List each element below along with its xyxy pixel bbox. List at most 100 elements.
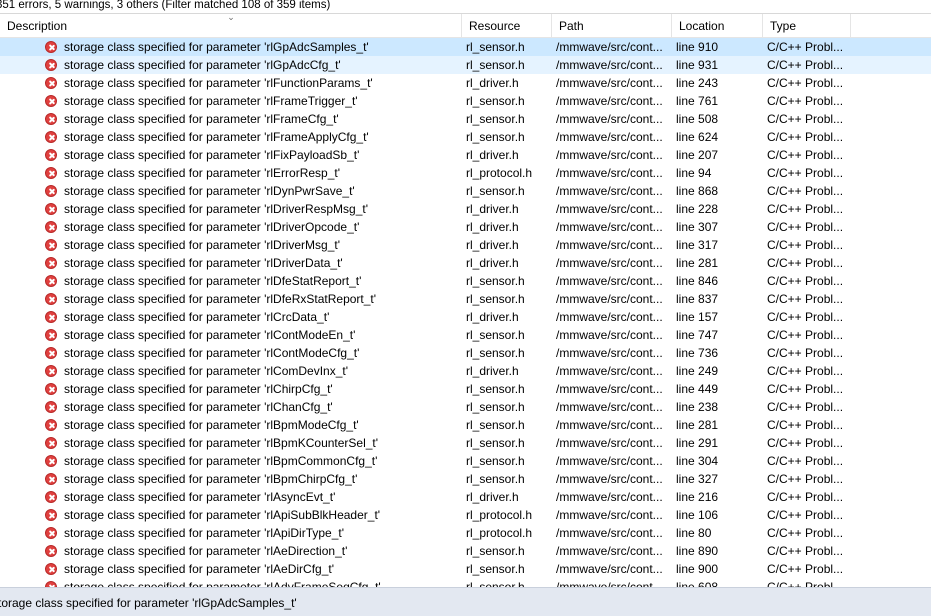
table-row[interactable]: storage class specified for parameter 'r… bbox=[0, 200, 931, 218]
cell-description: storage class specified for parameter 'r… bbox=[64, 112, 339, 126]
cell-location: line 624 bbox=[676, 130, 719, 144]
cell-location: line 890 bbox=[676, 544, 719, 558]
table-row[interactable]: storage class specified for parameter 'r… bbox=[0, 308, 931, 326]
cell-location: line 307 bbox=[676, 220, 719, 234]
error-icon bbox=[45, 437, 57, 449]
cell-description: storage class specified for parameter 'r… bbox=[64, 328, 356, 342]
error-icon bbox=[45, 275, 57, 287]
table-row[interactable]: storage class specified for parameter 'r… bbox=[0, 110, 931, 128]
error-icon bbox=[45, 527, 57, 539]
cell-type: C/C++ Probl... bbox=[767, 346, 844, 360]
cell-description: storage class specified for parameter 'r… bbox=[64, 526, 345, 540]
table-row[interactable]: storage class specified for parameter 'r… bbox=[0, 398, 931, 416]
cell-resource: rl_sensor.h bbox=[466, 454, 525, 468]
error-icon bbox=[45, 167, 57, 179]
cell-type: C/C++ Probl... bbox=[767, 562, 844, 576]
error-icon bbox=[45, 563, 57, 575]
cell-path: /mmwave/src/cont... bbox=[556, 328, 663, 342]
table-row[interactable]: storage class specified for parameter 'r… bbox=[0, 236, 931, 254]
table-row[interactable]: storage class specified for parameter 'r… bbox=[0, 290, 931, 308]
table-row[interactable]: storage class specified for parameter 'r… bbox=[0, 488, 931, 506]
column-header-path[interactable]: Path bbox=[552, 14, 672, 38]
cell-description: storage class specified for parameter 'r… bbox=[64, 184, 355, 198]
cell-path: /mmwave/src/cont... bbox=[556, 292, 663, 306]
table-row[interactable]: storage class specified for parameter 'r… bbox=[0, 416, 931, 434]
table-row[interactable]: storage class specified for parameter 'r… bbox=[0, 38, 931, 56]
cell-resource: rl_driver.h bbox=[466, 238, 519, 252]
cell-description: storage class specified for parameter 'r… bbox=[64, 58, 341, 72]
table-row[interactable]: storage class specified for parameter 'r… bbox=[0, 344, 931, 362]
cell-location: line 94 bbox=[676, 166, 712, 180]
column-header-type[interactable]: Type bbox=[763, 14, 851, 38]
table-row[interactable]: storage class specified for parameter 'r… bbox=[0, 452, 931, 470]
cell-resource: rl_sensor.h bbox=[466, 130, 525, 144]
cell-path: /mmwave/src/cont... bbox=[556, 472, 663, 486]
cell-description: storage class specified for parameter 'r… bbox=[64, 580, 381, 587]
column-header-resource[interactable]: Resource bbox=[462, 14, 552, 38]
table-row[interactable]: storage class specified for parameter 'r… bbox=[0, 380, 931, 398]
cell-type: C/C++ Probl... bbox=[767, 40, 844, 54]
table-row[interactable]: storage class specified for parameter 'r… bbox=[0, 74, 931, 92]
cell-resource: rl_sensor.h bbox=[466, 328, 525, 342]
table-row[interactable]: storage class specified for parameter 'r… bbox=[0, 506, 931, 524]
cell-resource: rl_protocol.h bbox=[466, 526, 533, 540]
cell-location: line 608 bbox=[676, 580, 719, 587]
cell-resource: rl_sensor.h bbox=[466, 346, 525, 360]
table-header: Description ⌄ Resource Path Location Type bbox=[0, 13, 931, 38]
table-row[interactable]: storage class specified for parameter 'r… bbox=[0, 146, 931, 164]
table-row[interactable]: storage class specified for parameter 'r… bbox=[0, 578, 931, 587]
table-row[interactable]: storage class specified for parameter 'r… bbox=[0, 272, 931, 290]
cell-path: /mmwave/src/cont... bbox=[556, 580, 663, 587]
cell-type: C/C++ Probl... bbox=[767, 508, 844, 522]
cell-resource: rl_sensor.h bbox=[466, 544, 525, 558]
cell-path: /mmwave/src/cont... bbox=[556, 184, 663, 198]
cell-path: /mmwave/src/cont... bbox=[556, 508, 663, 522]
table-row[interactable]: storage class specified for parameter 'r… bbox=[0, 56, 931, 74]
cell-path: /mmwave/src/cont... bbox=[556, 76, 663, 90]
cell-type: C/C++ Probl... bbox=[767, 310, 844, 324]
cell-path: /mmwave/src/cont... bbox=[556, 94, 663, 108]
table-row[interactable]: storage class specified for parameter 'r… bbox=[0, 92, 931, 110]
error-icon bbox=[45, 455, 57, 467]
table-row[interactable]: storage class specified for parameter 'r… bbox=[0, 218, 931, 236]
error-icon bbox=[45, 257, 57, 269]
cell-description: storage class specified for parameter 'r… bbox=[64, 256, 343, 270]
cell-path: /mmwave/src/cont... bbox=[556, 562, 663, 576]
table-row[interactable]: storage class specified for parameter 'r… bbox=[0, 560, 931, 578]
cell-path: /mmwave/src/cont... bbox=[556, 310, 663, 324]
table-row[interactable]: storage class specified for parameter 'r… bbox=[0, 524, 931, 542]
cell-path: /mmwave/src/cont... bbox=[556, 382, 663, 396]
table-row[interactable]: storage class specified for parameter 'r… bbox=[0, 128, 931, 146]
cell-location: line 931 bbox=[676, 58, 719, 72]
cell-resource: rl_sensor.h bbox=[466, 562, 525, 576]
cell-resource: rl_sensor.h bbox=[466, 40, 525, 54]
error-icon bbox=[45, 365, 57, 377]
cell-path: /mmwave/src/cont... bbox=[556, 364, 663, 378]
error-icon bbox=[45, 41, 57, 53]
table-row[interactable]: storage class specified for parameter 'r… bbox=[0, 542, 931, 560]
cell-type: C/C++ Probl... bbox=[767, 76, 844, 90]
cell-location: line 249 bbox=[676, 364, 719, 378]
table-body: storage class specified for parameter 'r… bbox=[0, 38, 931, 587]
table-row[interactable]: storage class specified for parameter 'r… bbox=[0, 434, 931, 452]
cell-resource: rl_sensor.h bbox=[466, 400, 525, 414]
error-icon bbox=[45, 545, 57, 557]
table-row[interactable]: storage class specified for parameter 'r… bbox=[0, 254, 931, 272]
problems-table[interactable]: Description ⌄ Resource Path Location Type… bbox=[0, 13, 931, 587]
table-row[interactable]: storage class specified for parameter 'r… bbox=[0, 182, 931, 200]
cell-resource: rl_driver.h bbox=[466, 220, 519, 234]
column-header-description[interactable]: Description ⌄ bbox=[0, 14, 462, 38]
cell-location: line 508 bbox=[676, 112, 719, 126]
cell-description: storage class specified for parameter 'r… bbox=[64, 472, 358, 486]
error-icon bbox=[45, 185, 57, 197]
cell-type: C/C++ Probl... bbox=[767, 490, 844, 504]
cell-description: storage class specified for parameter 'r… bbox=[64, 454, 378, 468]
table-row[interactable]: storage class specified for parameter 'r… bbox=[0, 164, 931, 182]
cell-description: storage class specified for parameter 'r… bbox=[64, 562, 335, 576]
error-icon bbox=[45, 347, 57, 359]
table-row[interactable]: storage class specified for parameter 'r… bbox=[0, 362, 931, 380]
cell-type: C/C++ Probl... bbox=[767, 436, 844, 450]
column-header-location[interactable]: Location bbox=[672, 14, 763, 38]
table-row[interactable]: storage class specified for parameter 'r… bbox=[0, 470, 931, 488]
table-row[interactable]: storage class specified for parameter 'r… bbox=[0, 326, 931, 344]
